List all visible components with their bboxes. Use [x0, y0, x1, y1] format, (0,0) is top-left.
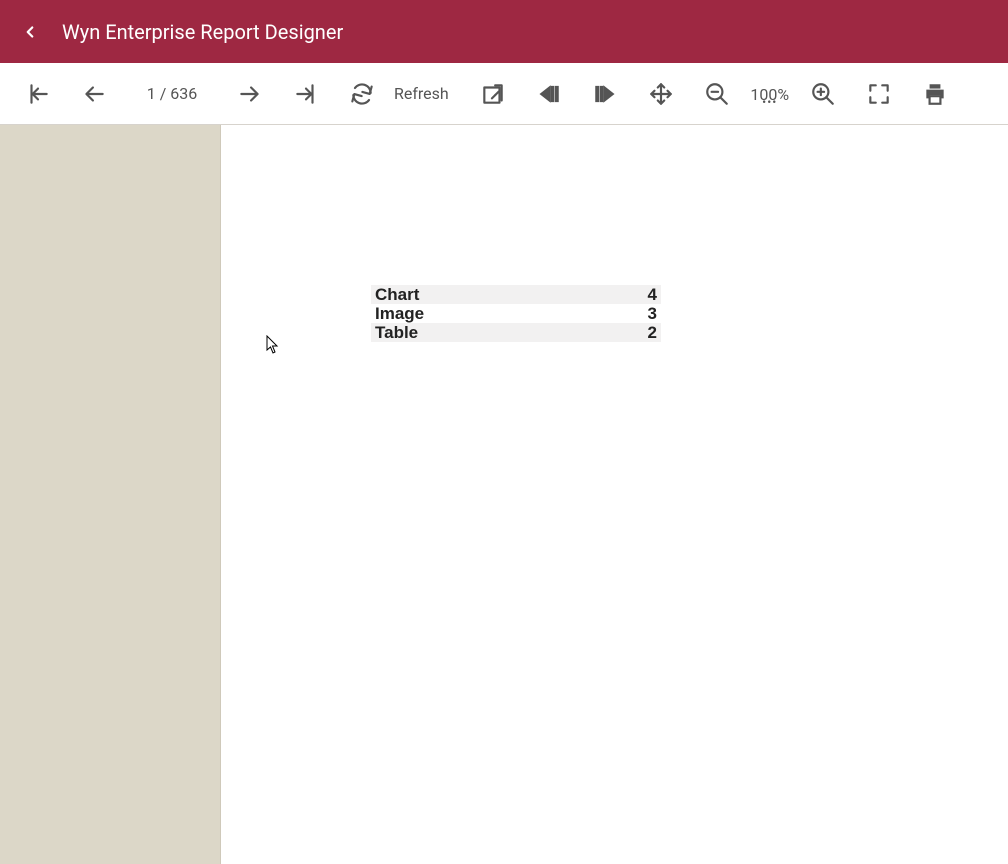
refresh-label[interactable]: Refresh — [390, 84, 465, 103]
table-row: Chart 4 — [371, 285, 661, 304]
zoom-out-icon — [704, 81, 730, 107]
report-canvas[interactable]: Chart 4 Image 3 Table 2 — [221, 125, 1008, 864]
cancel-button[interactable] — [465, 63, 521, 125]
history-forward-icon — [592, 81, 618, 107]
prev-page-button[interactable] — [66, 63, 122, 125]
pan-mode-button[interactable] — [633, 63, 689, 125]
report-table: Chart 4 Image 3 Table 2 — [371, 285, 661, 342]
page-indicator[interactable]: 1 / 636 — [122, 84, 222, 103]
zoom-in-icon — [810, 81, 836, 107]
history-back-icon — [536, 81, 562, 107]
row-value: 4 — [648, 285, 657, 304]
history-back-button[interactable] — [521, 63, 577, 125]
workspace: Chart 4 Image 3 Table 2 — [0, 125, 1008, 864]
print-button[interactable] — [907, 63, 963, 125]
chevron-left-icon — [21, 23, 39, 41]
back-button[interactable] — [18, 23, 42, 41]
row-label: Chart — [375, 285, 419, 304]
app-header: Wyn Enterprise Report Designer — [0, 0, 1008, 63]
refresh-icon — [349, 81, 375, 107]
row-value: 3 — [648, 304, 657, 323]
zoom-in-button[interactable] — [795, 63, 851, 125]
refresh-button[interactable] — [334, 63, 390, 125]
zoom-level[interactable]: 100% ••• — [745, 85, 795, 102]
first-page-button[interactable] — [10, 63, 66, 125]
table-row: Table 2 — [371, 323, 661, 342]
cancel-icon — [480, 81, 506, 107]
next-page-button[interactable] — [222, 63, 278, 125]
zoom-out-button[interactable] — [689, 63, 745, 125]
arrow-left-icon — [81, 81, 107, 107]
viewer-toolbar: 1 / 636 Refresh 100% ••• — [0, 63, 1008, 125]
table-row: Image 3 — [371, 304, 661, 323]
fullscreen-button[interactable] — [851, 63, 907, 125]
move-icon — [648, 81, 674, 107]
last-page-icon — [293, 81, 319, 107]
row-value: 2 — [648, 323, 657, 342]
fullscreen-icon — [866, 81, 892, 107]
row-label: Image — [375, 304, 424, 323]
outline-panel[interactable] — [0, 125, 221, 864]
first-page-icon — [25, 81, 51, 107]
arrow-right-icon — [237, 81, 263, 107]
history-forward-button[interactable] — [577, 63, 633, 125]
print-icon — [922, 81, 948, 107]
row-label: Table — [375, 323, 418, 342]
app-title: Wyn Enterprise Report Designer — [62, 20, 343, 44]
last-page-button[interactable] — [278, 63, 334, 125]
